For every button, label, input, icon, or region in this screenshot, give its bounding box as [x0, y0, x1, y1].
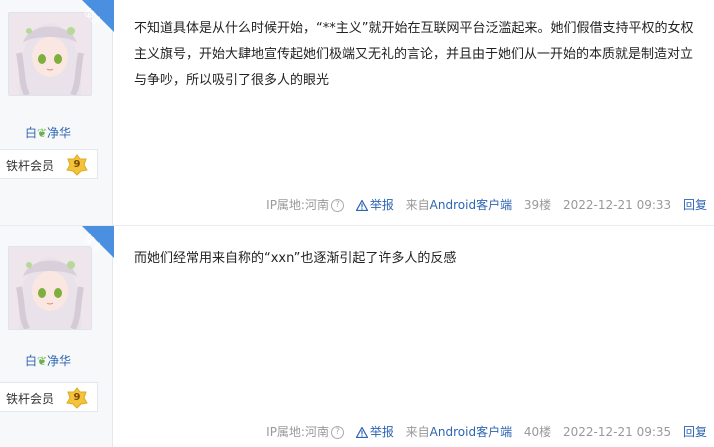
post-time: 2022-12-21 09:35: [563, 424, 672, 439]
username[interactable]: 白❦净华: [0, 352, 96, 369]
leaf-icon: ❦: [36, 354, 48, 368]
post-footer: IP属地:河南? 举报 来自Android客户端 40楼 2022-12-21 …: [258, 423, 707, 440]
report-button[interactable]: 举报: [355, 196, 394, 213]
warning-icon: [355, 200, 368, 211]
client-source: 来自Android客户端: [405, 425, 513, 439]
report-button[interactable]: 举报: [355, 423, 394, 440]
author-sidebar: 白❦净华 铁杆会员 9: [0, 0, 113, 225]
post-content: 不知道具体是从什么时候开始，“**主义”就开始在互联网平台泛滥起来。她们假借支持…: [134, 21, 694, 88]
warning-icon: [355, 427, 368, 438]
post-39: 白❦净华 铁杆会员 9 楼主 不知道具体是从什么时候开始，“**主义”就开始在互…: [0, 0, 714, 226]
help-icon[interactable]: ?: [330, 199, 344, 212]
ip-location: IP属地:河南?: [266, 423, 344, 440]
floor-number: 39楼: [523, 198, 552, 212]
leaf-icon: ❦: [36, 126, 48, 140]
member-badge[interactable]: 铁杆会员 9: [0, 382, 98, 412]
post-content: 而她们经常用来自称的“xxn”也逐渐引起了许多人的反感: [134, 251, 457, 266]
avatar[interactable]: [8, 246, 92, 330]
level-badge: 9: [66, 387, 88, 409]
op-badge: 楼主: [82, 226, 114, 258]
ip-location: IP属地:河南?: [266, 196, 344, 213]
post-time: 2022-12-21 09:33: [563, 197, 672, 212]
username[interactable]: 白❦净华: [0, 124, 96, 141]
reply-button[interactable]: 回复: [683, 196, 707, 213]
post-40: 白❦净华 铁杆会员 9 楼主 而她们经常用来自称的“xxn”也逐渐引起了许多人的…: [0, 226, 714, 447]
reply-button[interactable]: 回复: [683, 423, 707, 440]
avatar[interactable]: [8, 12, 92, 96]
member-badge[interactable]: 铁杆会员 9: [0, 149, 98, 179]
help-icon[interactable]: ?: [330, 426, 344, 439]
member-label: 铁杆会员: [6, 159, 55, 173]
client-source: 来自Android客户端: [405, 198, 513, 212]
client-link[interactable]: Android客户端: [430, 198, 512, 212]
author-sidebar: 白❦净华 铁杆会员 9: [0, 226, 113, 447]
level-badge: 9: [66, 154, 88, 176]
member-label: 铁杆会员: [6, 392, 55, 406]
op-badge: 楼主: [82, 0, 114, 32]
post-footer: IP属地:河南? 举报 来自Android客户端 39楼 2022-12-21 …: [258, 196, 707, 213]
client-link[interactable]: Android客户端: [430, 425, 512, 439]
floor-number: 40楼: [523, 425, 552, 439]
